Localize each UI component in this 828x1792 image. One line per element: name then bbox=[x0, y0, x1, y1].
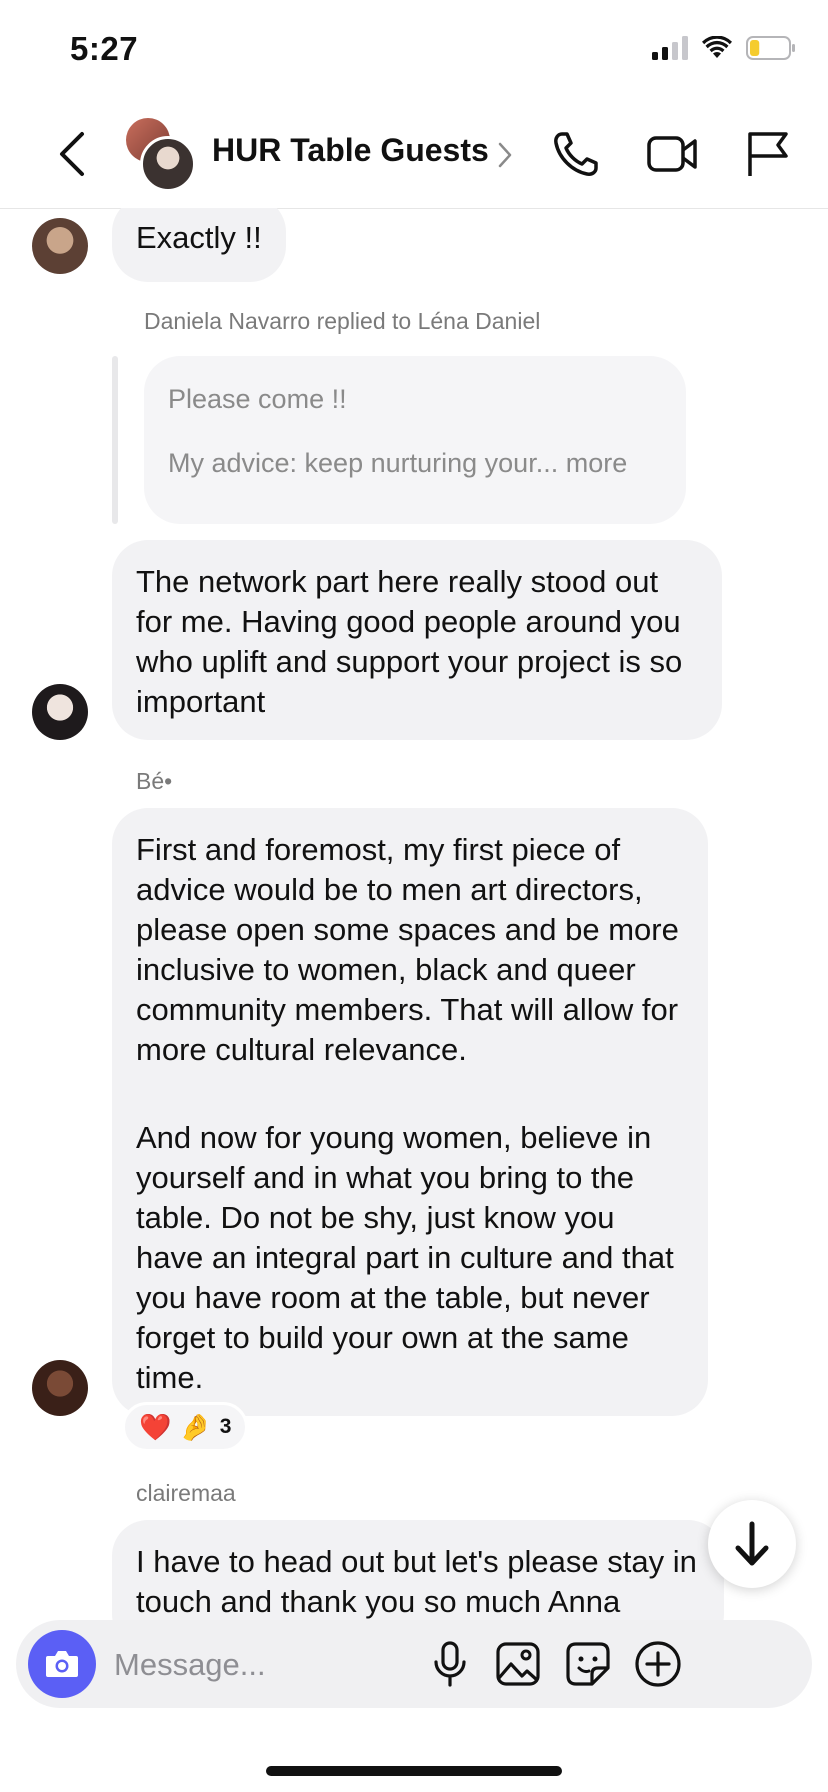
phone-icon[interactable] bbox=[550, 128, 602, 180]
reactions-pill[interactable]: ❤️ 🤌 3 bbox=[122, 1402, 249, 1452]
chevron-right-icon[interactable] bbox=[498, 142, 512, 168]
camera-icon bbox=[46, 1651, 78, 1677]
chat-header: HUR Table Guests bbox=[0, 100, 828, 209]
video-camera-icon[interactable] bbox=[646, 128, 698, 180]
battery-icon bbox=[746, 36, 795, 60]
camera-button[interactable] bbox=[28, 1630, 96, 1698]
status-time: 5:27 bbox=[70, 30, 139, 67]
message-input[interactable] bbox=[112, 1638, 476, 1692]
sender-name: Bé• bbox=[136, 768, 173, 794]
reply-indicator-bar bbox=[112, 356, 118, 524]
status-bar: 5:27 bbox=[0, 0, 828, 100]
group-title[interactable]: HUR Table Guests bbox=[212, 132, 489, 169]
arrow-down-icon bbox=[735, 1521, 769, 1566]
message-bubble[interactable]: Exactly !! bbox=[112, 208, 286, 282]
avatar[interactable] bbox=[32, 684, 88, 740]
quoted-text-line2: My advice: keep nurturing your... more bbox=[168, 448, 628, 478]
image-icon[interactable] bbox=[494, 1640, 542, 1688]
home-indicator bbox=[266, 1766, 562, 1776]
message-bubble[interactable]: I have to head out but let's please stay… bbox=[112, 1520, 724, 1620]
pinched-fingers-reaction-icon: 🤌 bbox=[179, 1412, 212, 1442]
microphone-icon[interactable] bbox=[426, 1640, 474, 1688]
plus-circle-icon[interactable] bbox=[634, 1640, 682, 1688]
message-bubble[interactable]: The network part here really stood out f… bbox=[112, 540, 722, 740]
scroll-to-bottom-button[interactable] bbox=[708, 1500, 796, 1588]
group-avatar[interactable] bbox=[126, 118, 196, 192]
reaction-count: 3 bbox=[219, 1415, 232, 1438]
cellular-signal-icon bbox=[652, 36, 688, 60]
sender-name: clairemaa bbox=[136, 1480, 236, 1506]
group-avatar-front bbox=[140, 136, 196, 192]
message-composer bbox=[16, 1620, 812, 1708]
flag-icon[interactable] bbox=[742, 128, 794, 180]
avatar[interactable] bbox=[32, 218, 88, 274]
message-text: The network part here really stood out f… bbox=[136, 564, 683, 719]
message-list[interactable]: Exactly !! Daniela Navarro replied to Lé… bbox=[0, 208, 828, 1620]
quoted-text-line1: Please come !! bbox=[168, 384, 347, 414]
quoted-message[interactable]: Please come !! My advice: keep nurturing… bbox=[144, 356, 686, 524]
reply-label: Daniela Navarro replied to Léna Daniel bbox=[144, 308, 541, 334]
message-paragraph: First and foremost, my first piece of ad… bbox=[136, 832, 679, 1067]
sticker-icon[interactable] bbox=[564, 1640, 612, 1688]
message-text: Exactly !! bbox=[136, 220, 262, 255]
back-chevron-icon[interactable] bbox=[52, 128, 92, 180]
message-text: I have to head out but let's please stay… bbox=[136, 1544, 697, 1619]
avatar[interactable] bbox=[32, 1360, 88, 1416]
status-icons bbox=[652, 36, 796, 60]
wifi-icon bbox=[702, 36, 732, 58]
message-bubble[interactable]: First and foremost, my first piece of ad… bbox=[112, 808, 708, 1416]
heart-reaction-icon: ❤️ bbox=[139, 1412, 172, 1442]
message-paragraph: And now for young women, believe in your… bbox=[136, 1120, 674, 1395]
